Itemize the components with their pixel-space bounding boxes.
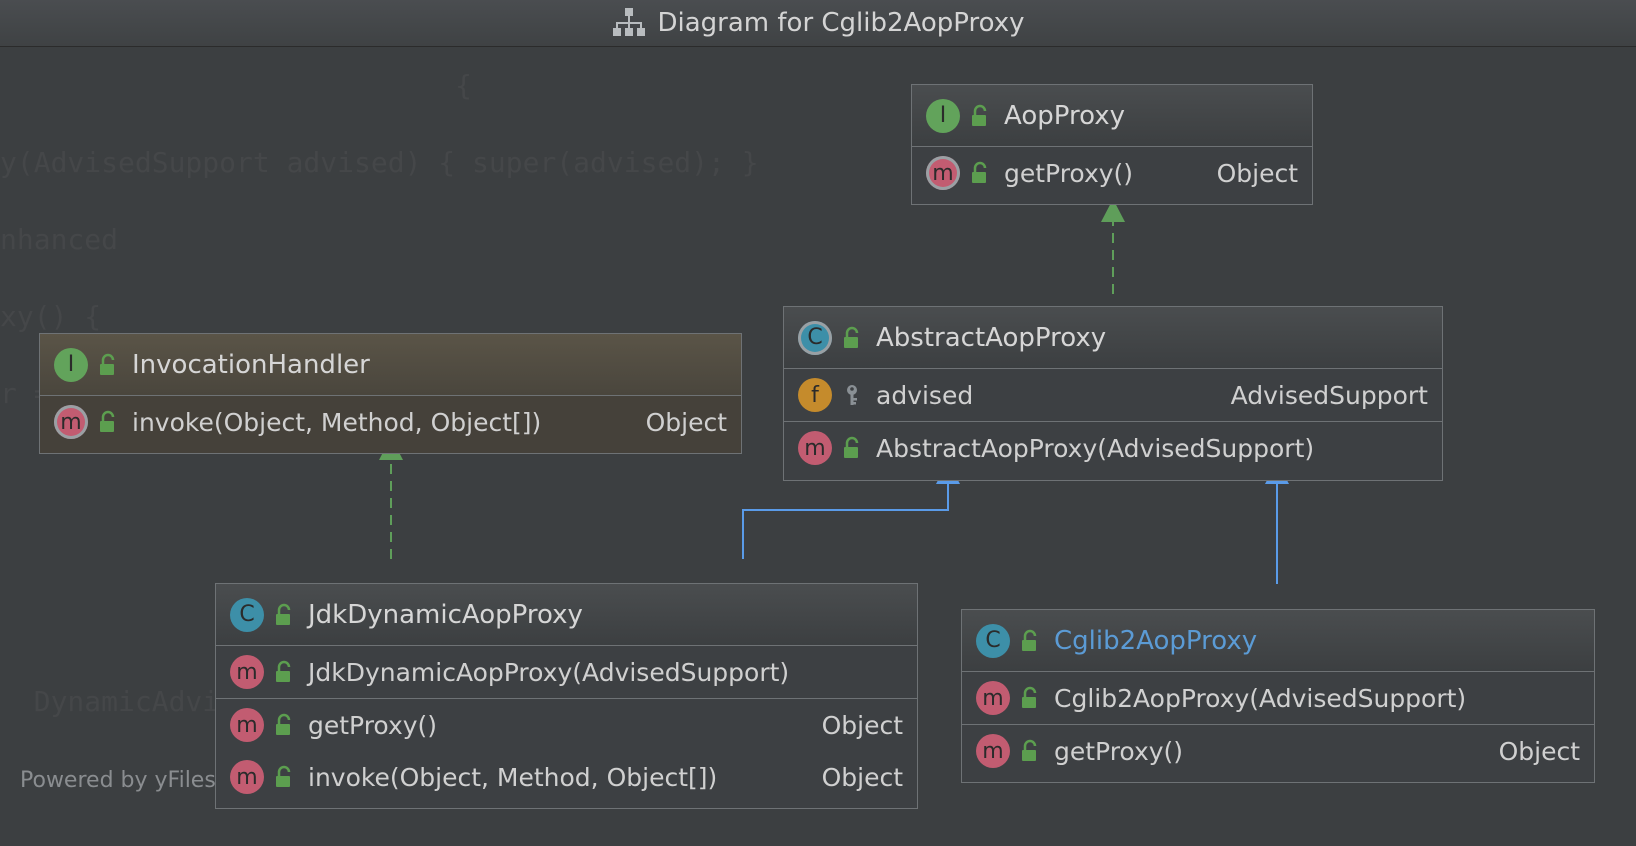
member-row[interactable]: m getProxy() Object [216,699,917,751]
interface-badge-icon: I [54,347,88,382]
node-header: C JdkDynamicAopProxy [216,584,917,646]
public-lock-icon [844,436,859,458]
member-type: Object [821,762,903,792]
methods-section: m AbstractAopProxy(AdvisedSupport) [784,422,1442,474]
member-name: getProxy() [1054,736,1184,766]
member-row[interactable]: m getProxy() Object [962,725,1594,777]
node-title: AbstractAopProxy [876,322,1107,353]
node-header: I AopProxy [912,85,1312,147]
member-name: advised [876,380,974,410]
node-title: JdkDynamicAopProxy [308,599,583,630]
member-row[interactable]: m Cglib2AopProxy(AdvisedSupport) [962,672,1594,724]
public-lock-icon [972,104,987,126]
member-type: AdvisedSupport [1230,380,1428,410]
member-name: Cglib2AopProxy(AdvisedSupport) [1054,683,1467,713]
public-lock-icon [1022,629,1037,651]
member-row[interactable]: m invoke(Object, Method, Object[]) Objec… [216,751,917,803]
public-lock-icon [1022,739,1037,761]
node-abstractaopproxy[interactable]: C AbstractAopProxy f advised AdvisedSupp… [783,306,1443,481]
field-badge-icon: f [798,378,832,412]
node-title: Cglib2AopProxy [1054,625,1258,656]
method-badge-icon: m [798,431,832,465]
member-row[interactable]: f advised AdvisedSupport [784,369,1442,421]
member-name: AbstractAopProxy(AdvisedSupport) [876,433,1315,463]
member-row[interactable]: m invoke(Object, Method, Object[]) Objec… [40,396,741,448]
public-lock-icon [972,161,987,183]
public-lock-icon [276,603,291,625]
node-jdkdynamicaopproxy[interactable]: C JdkDynamicAopProxy m JdkDynamicAopProx… [215,583,918,809]
public-lock-icon [1022,686,1037,708]
public-lock-icon [276,713,291,735]
method-badge-icon: m [230,655,264,689]
abstract-class-badge-icon: C [798,320,832,355]
edge-jdkdynamicaopproxy-implements-invocationhandler [379,437,403,559]
interface-badge-icon: I [926,98,960,133]
member-name: invoke(Object, Method, Object[]) [132,407,542,437]
fields-section: f advised AdvisedSupport [784,369,1442,422]
member-name: getProxy() [308,710,438,740]
method-badge-icon: m [230,708,264,742]
methods-section: m getProxy() Object m invoke(Object, Met… [216,699,917,803]
abstract-method-badge-icon: m [926,156,960,190]
powered-by-label: Powered by yFiles [20,768,216,793]
public-lock-icon [100,410,115,432]
public-lock-icon [844,326,859,348]
node-header: C Cglib2AopProxy [962,610,1594,672]
constructors-section: m Cglib2AopProxy(AdvisedSupport) [962,672,1594,725]
constructors-section: m JdkDynamicAopProxy(AdvisedSupport) [216,646,917,699]
node-cglib2aopproxy[interactable]: C Cglib2AopProxy m Cglib2AopProxy(Advise… [961,609,1595,783]
methods-section: m getProxy() Object [962,725,1594,777]
node-title: InvocationHandler [132,349,370,380]
method-badge-icon: m [976,734,1010,768]
node-header: C AbstractAopProxy [784,307,1442,369]
node-header: I InvocationHandler [40,334,741,396]
node-invocationhandler[interactable]: I InvocationHandler m invoke(Object, Met… [39,333,742,454]
abstract-method-badge-icon: m [54,405,88,439]
method-badge-icon: m [230,760,264,794]
member-type: Object [645,407,727,437]
window-title: Diagram for Cglib2AopProxy [657,8,1025,38]
protected-key-icon [847,385,857,405]
node-title: AopProxy [1004,100,1125,131]
member-name: getProxy() [1004,158,1134,188]
class-badge-icon: C [230,597,264,632]
window-titlebar: Diagram for Cglib2AopProxy [0,0,1636,47]
node-aopproxy[interactable]: I AopProxy m getProxy() Object [911,84,1313,205]
member-type: Object [1216,158,1298,188]
member-row[interactable]: m JdkDynamicAopProxy(AdvisedSupport) [216,646,917,698]
member-row[interactable]: m getProxy() Object [912,147,1312,199]
methods-section: m invoke(Object, Method, Object[]) Objec… [40,396,741,448]
member-row[interactable]: m AbstractAopProxy(AdvisedSupport) [784,422,1442,474]
member-type: Object [821,710,903,740]
public-lock-icon [276,660,291,682]
member-name: invoke(Object, Method, Object[]) [308,762,718,792]
class-badge-icon: C [976,623,1010,658]
public-lock-icon [100,353,115,375]
edge-abstractaopproxy-implements-aopproxy [1101,199,1125,294]
member-type: Object [1498,736,1580,766]
member-name: JdkDynamicAopProxy(AdvisedSupport) [308,657,790,687]
public-lock-icon [276,765,291,787]
hierarchy-icon [613,8,646,36]
methods-section: m getProxy() Object [912,147,1312,199]
method-badge-icon: m [976,681,1010,715]
